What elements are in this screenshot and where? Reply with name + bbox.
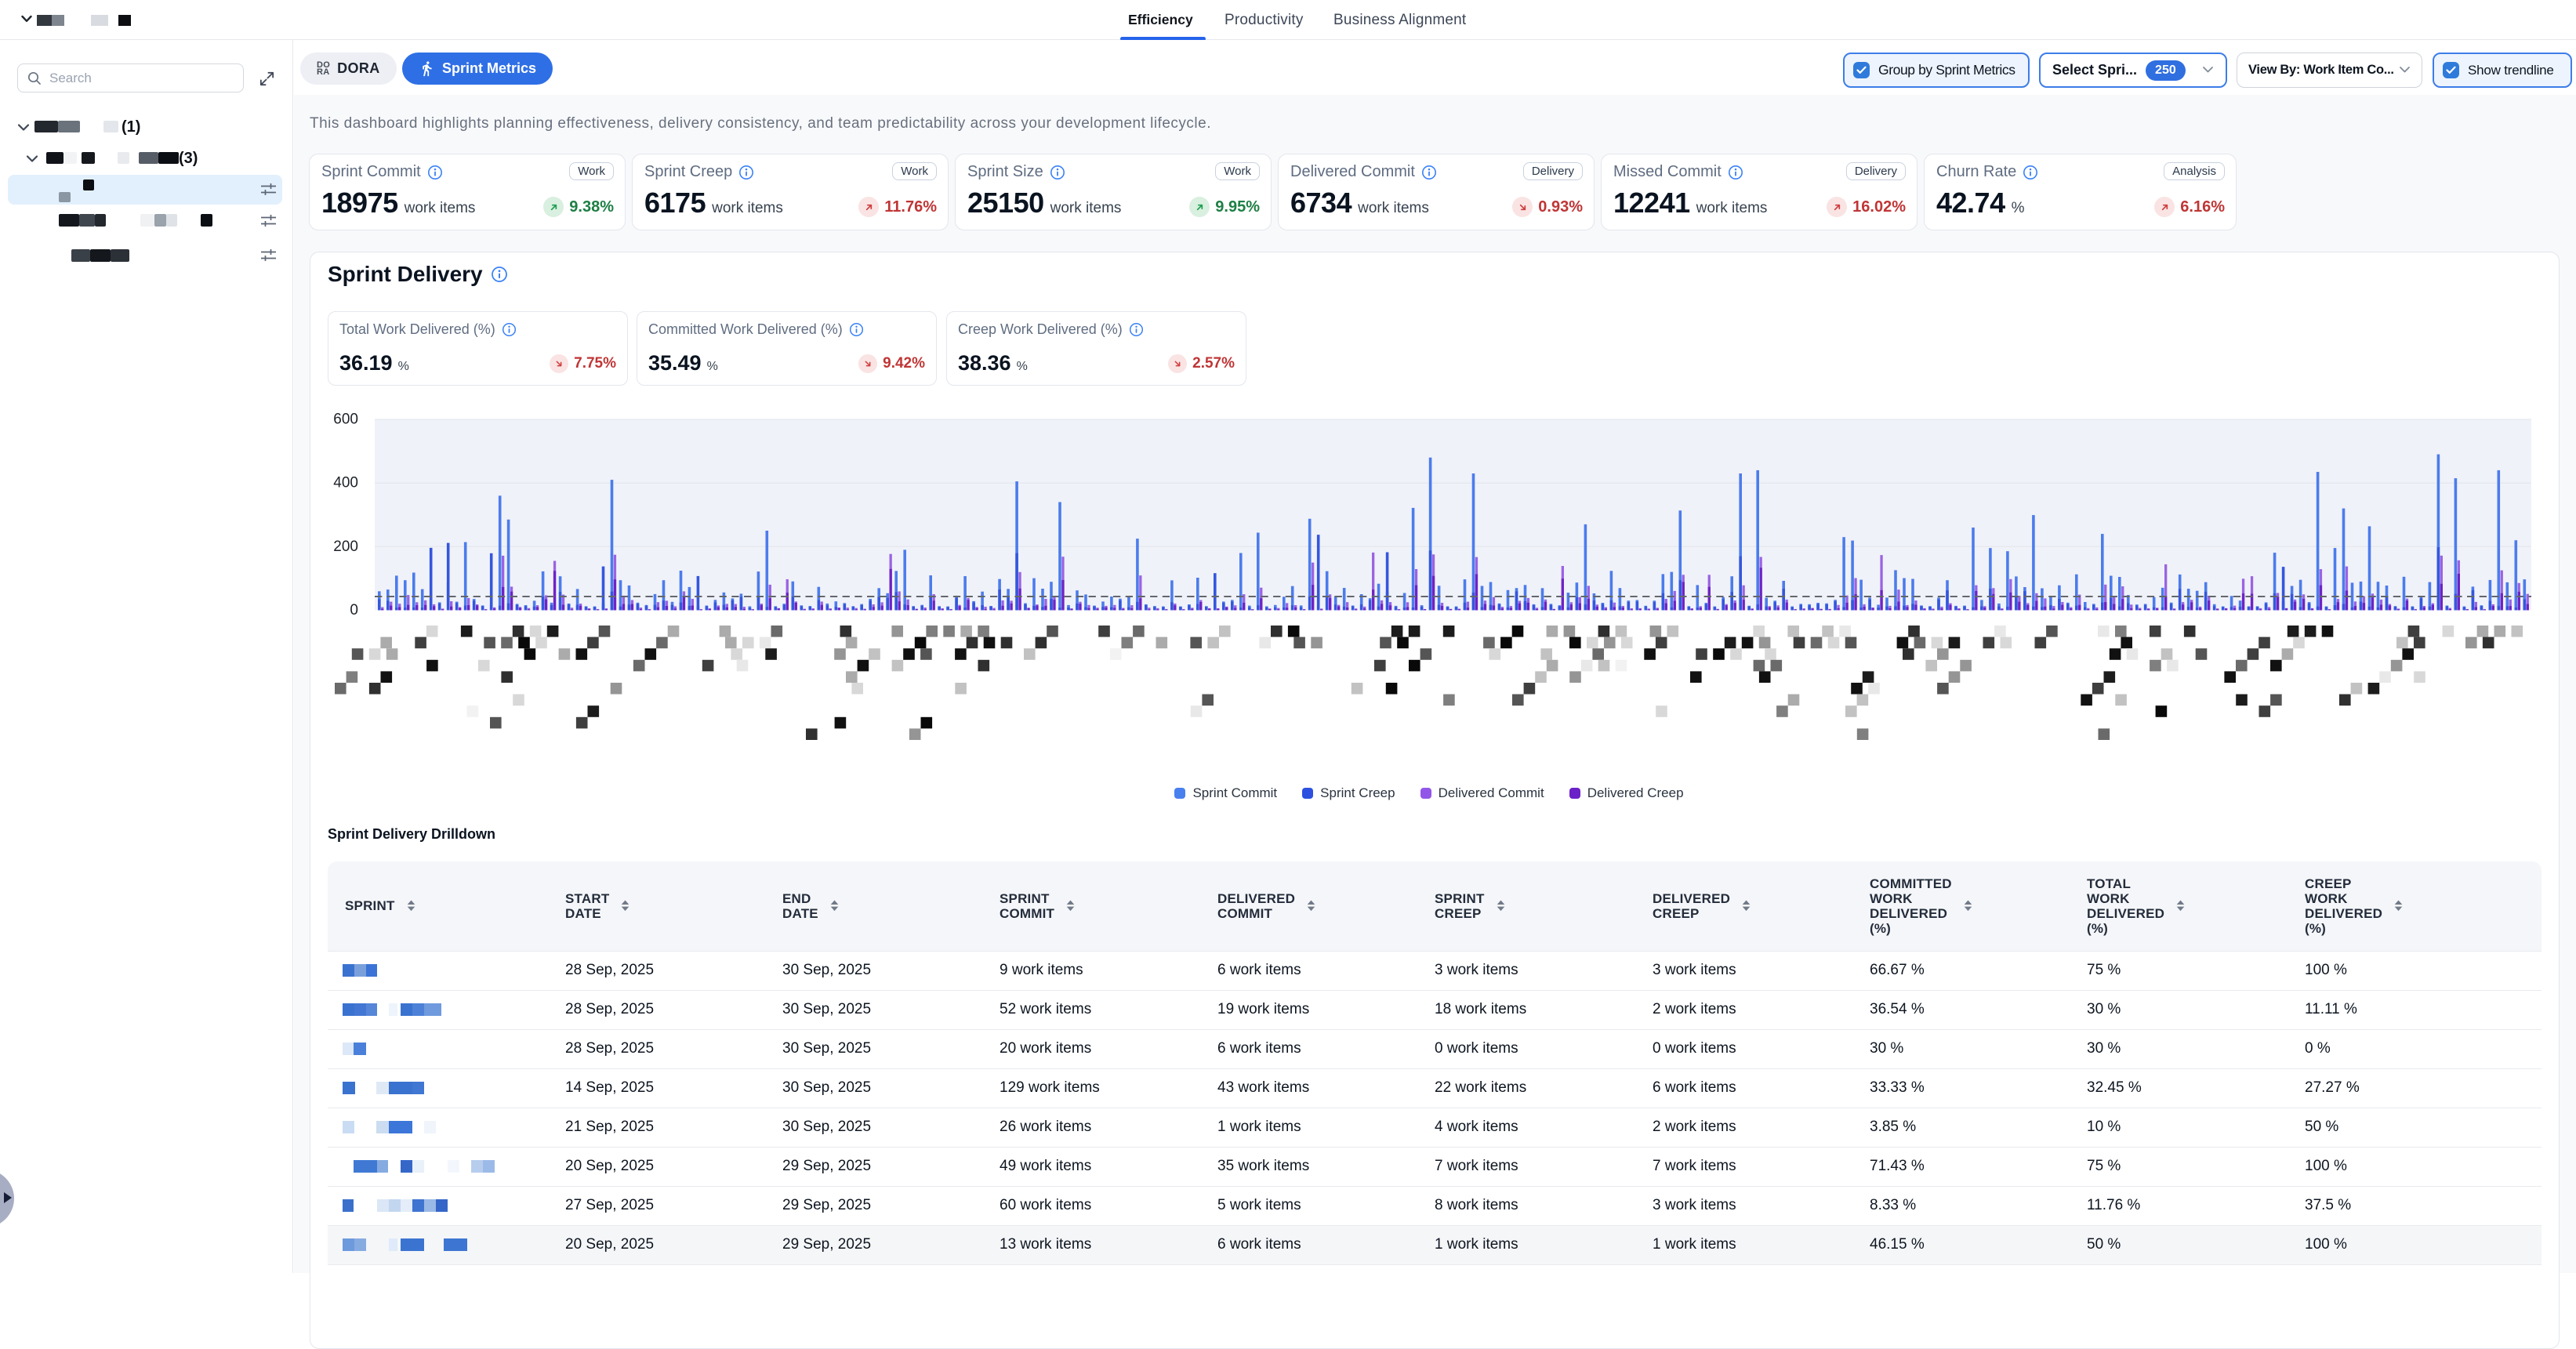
svg-text:200: 200	[333, 539, 358, 555]
svg-text:0: 0	[350, 602, 358, 618]
svg-text:600: 600	[333, 412, 358, 428]
svg-text:400: 400	[333, 475, 358, 491]
